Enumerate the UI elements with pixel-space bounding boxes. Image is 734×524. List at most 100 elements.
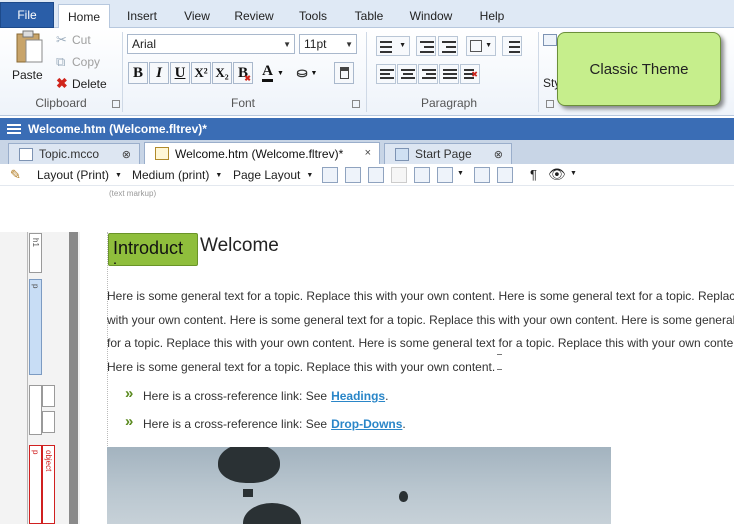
indent-button[interactable] — [438, 36, 458, 56]
balloon-shape — [399, 491, 408, 502]
menu-review[interactable]: Review — [228, 4, 280, 28]
editor-toolbar: ✎ Layout (Print) ▼ Medium (print) ▼ Page… — [0, 164, 734, 186]
close-icon[interactable]: ⊗ — [494, 148, 503, 161]
red-x-icon: ✖ — [244, 74, 251, 83]
balloon-basket — [243, 489, 253, 497]
tab-welcome-htm[interactable]: Welcome.htm (Welcome.fltrev)* × — [144, 142, 380, 164]
chevron-down-icon: ▼ — [345, 40, 353, 49]
structure-bar-li[interactable] — [42, 411, 55, 433]
remove-paragraph-format-button[interactable]: ✖ — [460, 64, 480, 84]
red-x-icon: ✖ — [471, 70, 478, 79]
pilcrow-icon[interactable]: ¶ — [530, 167, 537, 182]
text-icon[interactable] — [437, 167, 453, 183]
paste-button[interactable]: Paste — [10, 30, 48, 82]
paragraph-line: with your own content. Here is some gene… — [107, 312, 734, 327]
chevron-down-icon: ▼ — [399, 42, 406, 49]
body-paragraph[interactable]: Here is some general text for a topic. R… — [107, 285, 734, 379]
close-icon[interactable]: ⊗ — [122, 148, 131, 161]
chevron-down-icon: ▼ — [485, 42, 492, 49]
heading-highlight-tag[interactable]: Introduct ion — [108, 233, 198, 266]
layout-dropdown[interactable]: Layout (Print) ▼ — [37, 168, 122, 182]
conditions-indicator-icon[interactable] — [497, 167, 513, 183]
drop-downs-link[interactable]: Drop-Downs — [331, 417, 402, 431]
chevron-down-icon: ▼ — [115, 171, 122, 179]
justify-button[interactable] — [439, 64, 459, 84]
superscript-button[interactable]: X² — [191, 62, 211, 84]
chevron-down-icon: ▼ — [276, 69, 284, 77]
disabled-tool-icon[interactable] — [391, 167, 407, 183]
delete-button[interactable]: ✖ Delete — [56, 75, 107, 92]
menu-window[interactable]: Window — [403, 4, 459, 28]
bullet-chevron-icon: » — [125, 413, 134, 430]
font-launcher-icon[interactable] — [352, 100, 360, 108]
paragraph-style-button[interactable]: ▼ — [466, 36, 496, 56]
eye-icon[interactable]: 👁 — [548, 166, 566, 183]
bold-button[interactable]: B — [128, 62, 148, 84]
tab-topic-mcco[interactable]: Topic.mcco ⊗ — [8, 143, 140, 164]
chevron-down-icon[interactable]: ▼ — [457, 170, 464, 177]
chevron-down-icon: ▼ — [306, 171, 314, 179]
structure-bar-p-image[interactable]: p — [29, 445, 42, 524]
paragraph-dialog-button[interactable] — [502, 36, 522, 56]
tab-start-page[interactable]: Start Page ⊗ — [384, 143, 512, 164]
clipboard-launcher-icon[interactable] — [112, 100, 120, 108]
group-separator — [538, 32, 539, 112]
heading-title[interactable]: Welcome — [200, 235, 279, 257]
balloon-shape — [218, 447, 280, 483]
menu-insert[interactable]: Insert — [116, 4, 168, 28]
structure-bar-ul[interactable] — [42, 385, 55, 407]
close-icon[interactable]: × — [365, 147, 371, 159]
medium-dropdown[interactable]: Medium (print) ▼ — [132, 168, 222, 182]
group-separator — [366, 32, 367, 112]
underline-button[interactable]: U — [170, 62, 190, 84]
structure-bar-object[interactable]: object — [42, 445, 55, 524]
copy-button[interactable]: ⧉ Copy — [56, 54, 100, 70]
outdent-button[interactable] — [416, 36, 436, 56]
menu-file[interactable]: File — [0, 2, 54, 28]
start-page-icon — [395, 148, 409, 161]
document-window-title: Welcome.htm (Welcome.fltrev)* — [28, 122, 207, 136]
align-right-button[interactable] — [418, 64, 438, 84]
menu-table[interactable]: Table — [348, 4, 390, 28]
structure-bar-h1[interactable]: h1 — [29, 233, 42, 273]
highlight-color-button[interactable]: ⛀ ▼ — [292, 62, 322, 84]
menu-tools[interactable]: Tools — [292, 4, 334, 28]
menu-lines-icon[interactable] — [7, 124, 21, 134]
chevron-down-icon: ▼ — [310, 69, 318, 77]
cut-button[interactable]: ✂ Cut — [56, 32, 91, 48]
paragraph-launcher-icon[interactable] — [546, 100, 554, 108]
menu-home[interactable]: Home — [58, 4, 110, 29]
bullet-list-button[interactable]: ▼ — [376, 36, 410, 56]
font-color-button[interactable]: A ▼ — [258, 62, 288, 84]
conditions-icon[interactable] — [474, 167, 490, 183]
show-frame-icon[interactable] — [368, 167, 384, 183]
paste-label: Paste — [12, 68, 43, 82]
text-markup-label: (text markup) — [109, 189, 157, 198]
chevron-down-icon[interactable]: ▼ — [570, 170, 577, 177]
structure-bar-p[interactable]: p — [29, 279, 42, 375]
balloon-photo[interactable] — [107, 447, 611, 524]
italic-button[interactable]: I — [149, 62, 169, 84]
show-tags-icon[interactable] — [322, 167, 338, 183]
show-markers-icon[interactable] — [345, 167, 361, 183]
font-dialog-button[interactable] — [334, 62, 354, 84]
list-item[interactable]: » Here is a cross-reference link: See He… — [125, 385, 388, 403]
delete-x-icon: ✖ — [56, 75, 68, 91]
structure-bar-list[interactable] — [29, 385, 42, 435]
align-center-button[interactable] — [397, 64, 417, 84]
page-layout-dropdown[interactable]: Page Layout ▼ — [233, 168, 313, 182]
font-family-select[interactable]: Arial ▼ — [127, 34, 295, 54]
copy-icon: ⧉ — [56, 54, 66, 69]
variable-icon[interactable] — [414, 167, 430, 183]
align-left-button[interactable] — [376, 64, 396, 84]
list-item[interactable]: » Here is a cross-reference link: See Dr… — [125, 413, 406, 431]
subscript-button[interactable]: X₂ — [212, 62, 232, 84]
headings-link[interactable]: Headings — [331, 389, 385, 403]
font-size-select[interactable]: 11pt ▼ — [299, 34, 357, 54]
menu-help[interactable]: Help — [474, 4, 510, 28]
layout-icon: ✎ — [10, 167, 21, 182]
menu-view[interactable]: View — [176, 4, 218, 28]
font-group-label: Font — [230, 96, 255, 110]
pencil-document-icon — [155, 147, 169, 160]
clear-format-button[interactable]: B ✖ — [233, 62, 253, 84]
